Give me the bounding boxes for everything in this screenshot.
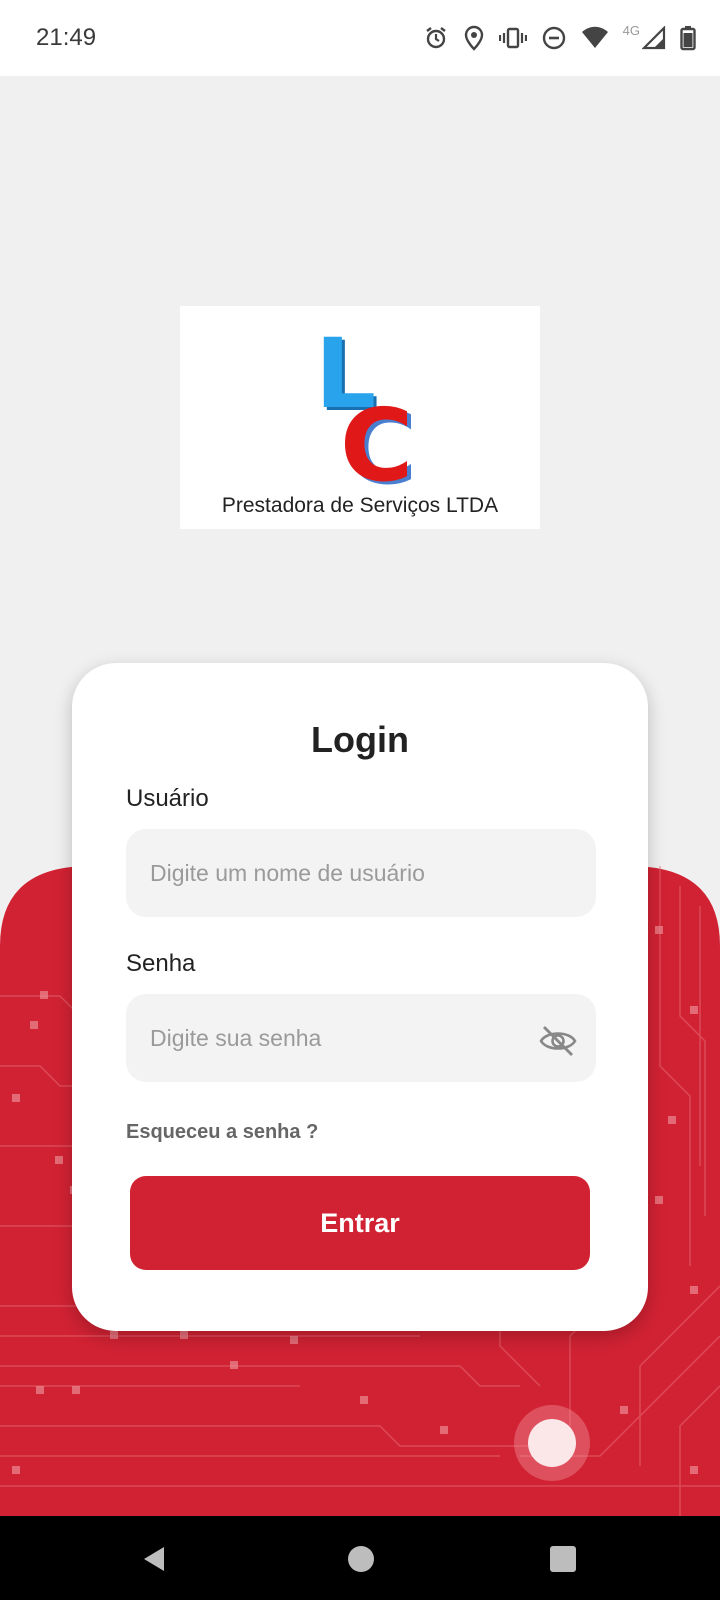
wifi-icon [581, 26, 608, 48]
forgot-password-link[interactable]: Esqueceu a senha ? [126, 1121, 318, 1144]
username-label: Usuário [126, 785, 209, 812]
eye-off-icon[interactable] [538, 1021, 578, 1061]
battery-icon [680, 26, 696, 51]
dnd-icon [542, 26, 565, 50]
login-card: Login Usuário Senha Esqueceu a senha ? E… [72, 663, 648, 1331]
navigation-bar [0, 1516, 720, 1600]
logo-letter-c: C [340, 387, 414, 504]
status-icons: 4G [423, 20, 696, 56]
recents-icon[interactable] [550, 1546, 576, 1572]
company-logo: L C Prestadora de Serviços LTDA [180, 306, 540, 529]
status-time: 21:49 [36, 24, 97, 51]
password-label: Senha [126, 950, 196, 977]
status-bar: 21:49 4G [0, 0, 720, 76]
location-icon [464, 25, 483, 51]
vibrate-icon [498, 27, 527, 49]
enter-button[interactable]: Entrar [130, 1176, 590, 1270]
alarm-icon [425, 27, 446, 49]
login-title: Login [311, 719, 409, 760]
logo-caption: Prestadora de Serviços LTDA [221, 494, 499, 517]
password-input[interactable] [126, 994, 596, 1082]
username-input[interactable] [126, 829, 596, 917]
signal-icon [642, 26, 666, 50]
network-label: 4G [622, 22, 640, 38]
home-icon[interactable] [348, 1546, 374, 1572]
back-icon[interactable] [140, 1544, 168, 1574]
